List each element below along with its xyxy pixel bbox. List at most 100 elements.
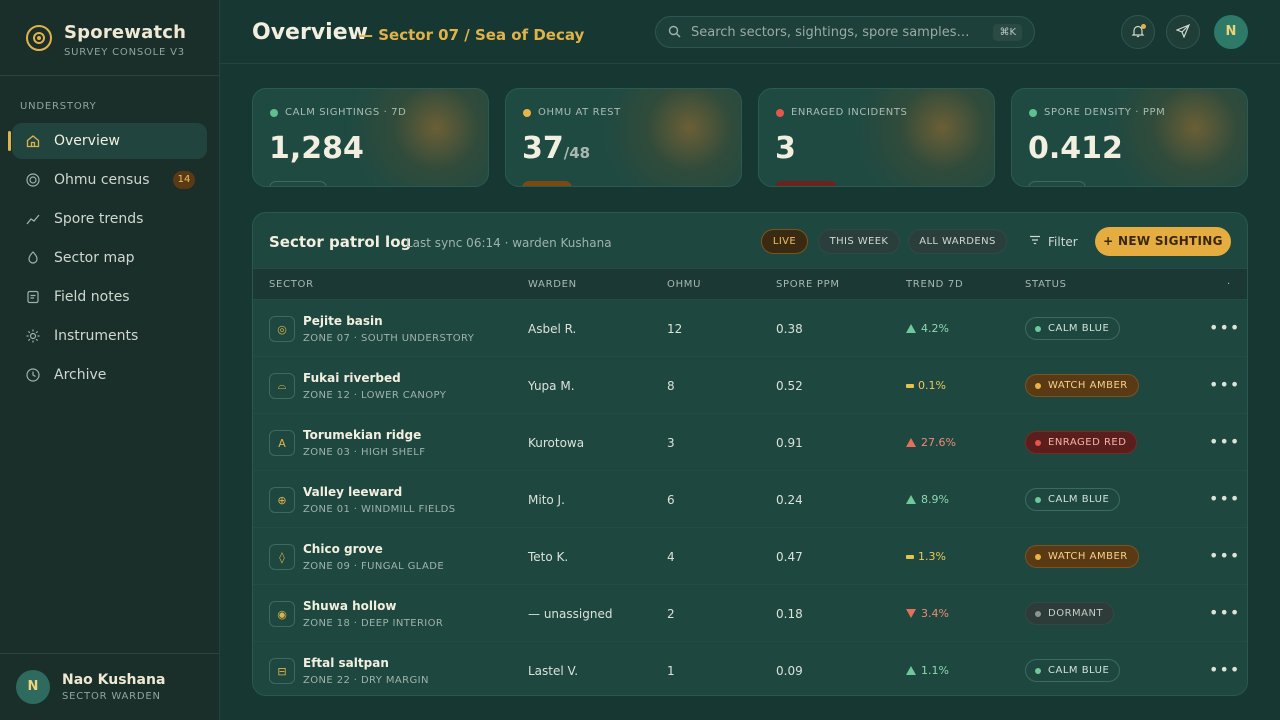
column-header[interactable]: SECTOR bbox=[269, 279, 314, 290]
count-badge: 14 bbox=[173, 171, 195, 189]
notifications-button[interactable] bbox=[1121, 15, 1155, 49]
stat-pill bbox=[522, 181, 572, 186]
stat-value: 3 bbox=[775, 131, 796, 166]
chip-all-wardens[interactable]: ALL WARDENS bbox=[908, 229, 1007, 254]
chip-live[interactable]: LIVE bbox=[761, 229, 808, 254]
send-icon bbox=[1175, 23, 1191, 42]
sidebar-divider bbox=[0, 653, 219, 654]
stat-card-calm-sightings[interactable]: CALM SIGHTINGS · 7D 1,284 bbox=[252, 88, 489, 187]
table-row[interactable]: ◎ Pejite basin ZONE 07 · SOUTH UNDERSTORY A… bbox=[253, 300, 1247, 357]
sidebar-item-sector-map[interactable]: Sector map bbox=[12, 240, 207, 276]
stat-card-enraged-incidents[interactable]: ENRAGED INCIDENTS 3 bbox=[758, 88, 995, 187]
ohmu-cell: 4 bbox=[667, 550, 675, 564]
ohmu-cell: 3 bbox=[667, 436, 675, 450]
table-row[interactable]: ◉ Shuwa hollow ZONE 18 · DEEP INTERIOR — un… bbox=[253, 585, 1247, 642]
status-dot bbox=[1035, 496, 1041, 503]
user-profile[interactable]: N Nao Kushana SECTOR WARDEN bbox=[16, 670, 165, 704]
filter-button[interactable]: Filter bbox=[1029, 234, 1078, 249]
trend-cell: 0.1% bbox=[906, 379, 946, 392]
sidebar: Sporewatch SURVEY CONSOLE V3 UNDERSTORY … bbox=[0, 0, 220, 720]
column-header: · bbox=[1227, 279, 1231, 290]
avatar[interactable]: N bbox=[1214, 15, 1248, 49]
column-header[interactable]: STATUS bbox=[1025, 279, 1067, 290]
search-bar[interactable]: ⌘K bbox=[655, 16, 1035, 48]
trend-up-icon bbox=[906, 666, 916, 675]
status-dot bbox=[1035, 439, 1041, 446]
sector-zone: ZONE 18 · DEEP INTERIOR bbox=[303, 618, 444, 629]
more-options-icon[interactable]: ••• bbox=[1209, 375, 1240, 394]
sidebar-item-archive[interactable]: Archive bbox=[12, 357, 207, 393]
trend-up-icon bbox=[906, 324, 916, 333]
sidebar-nav: Overview Ohmu census 14 Spore trends Sec… bbox=[8, 123, 207, 396]
sidebar-item-instruments[interactable]: Instruments bbox=[12, 318, 207, 354]
table-row[interactable]: ⌓ Fukai riverbed ZONE 12 · LOWER CANOPY Yup… bbox=[253, 357, 1247, 414]
stat-pill bbox=[775, 181, 837, 186]
status-label: WATCH AMBER bbox=[1048, 551, 1128, 562]
status-badge: WATCH AMBER bbox=[1025, 545, 1139, 568]
status-dot bbox=[270, 108, 278, 117]
sidebar-item-label: Archive bbox=[54, 367, 107, 383]
status-dot bbox=[1029, 108, 1037, 117]
trend-flat-icon bbox=[906, 554, 914, 559]
patrol-log-panel: Sector patrol log Last sync 06:14 · ward… bbox=[252, 212, 1248, 696]
stat-label: SPORE DENSITY · PPM bbox=[1044, 107, 1166, 118]
sector-zone: ZONE 22 · DRY MARGIN bbox=[303, 675, 429, 686]
trend-cell: 1.1% bbox=[906, 664, 949, 677]
stat-card-spore-density[interactable]: SPORE DENSITY · PPM 0.412 bbox=[1011, 88, 1248, 187]
user-role: SECTOR WARDEN bbox=[62, 691, 161, 702]
column-header[interactable]: TREND 7D bbox=[906, 279, 963, 290]
column-header[interactable]: WARDEN bbox=[528, 279, 577, 290]
more-options-icon[interactable]: ••• bbox=[1209, 603, 1240, 622]
sector-icon: ⊕ bbox=[269, 487, 295, 513]
status-dot bbox=[1035, 667, 1041, 674]
status-dot bbox=[1035, 610, 1041, 617]
table-row[interactable]: A Torumekian ridge ZONE 03 · HIGH SHELF Kur… bbox=[253, 414, 1247, 471]
sidebar-item-ohmu-census[interactable]: Ohmu census 14 bbox=[12, 162, 207, 198]
trend-cell: 8.9% bbox=[906, 493, 949, 506]
trend-value: 1.3% bbox=[918, 550, 946, 563]
sector-icon: A bbox=[269, 430, 295, 456]
chip-this-week[interactable]: THIS WEEK bbox=[818, 229, 900, 254]
more-options-icon[interactable]: ••• bbox=[1209, 489, 1240, 508]
brand-subtitle: SURVEY CONSOLE V3 bbox=[64, 47, 185, 58]
trend-value: 0.1% bbox=[918, 379, 946, 392]
more-options-icon[interactable]: ••• bbox=[1209, 432, 1240, 451]
sector-zone: ZONE 09 · FUNGAL GLADE bbox=[303, 561, 445, 572]
search-icon bbox=[668, 23, 681, 42]
stat-label: OHMU AT REST bbox=[538, 107, 621, 118]
brand[interactable]: Sporewatch SURVEY CONSOLE V3 bbox=[26, 22, 186, 58]
sidebar-item-spore-trends[interactable]: Spore trends bbox=[12, 201, 207, 237]
brand-name: Sporewatch bbox=[64, 22, 187, 43]
sidebar-item-label: Overview bbox=[54, 133, 120, 149]
trend-down-icon bbox=[906, 609, 916, 618]
more-options-icon[interactable]: ••• bbox=[1209, 546, 1240, 565]
send-button[interactable] bbox=[1166, 15, 1200, 49]
trend-up-icon bbox=[906, 495, 916, 504]
new-sighting-button[interactable]: + NEW SIGHTING bbox=[1095, 227, 1231, 256]
column-header[interactable]: SPORE PPM bbox=[776, 279, 840, 290]
spore-ppm-cell: 0.09 bbox=[776, 664, 803, 678]
status-label: WATCH AMBER bbox=[1048, 380, 1128, 391]
filter-label: Filter bbox=[1048, 234, 1078, 249]
table-row[interactable]: ◊ Chico grove ZONE 09 · FUNGAL GLADE Teto K… bbox=[253, 528, 1247, 585]
sector-icon: ◎ bbox=[269, 316, 295, 342]
sector-zone: ZONE 01 · WINDMILL FIELDS bbox=[303, 504, 456, 515]
sidebar-item-field-notes[interactable]: Field notes bbox=[12, 279, 207, 315]
table-row[interactable]: ⊕ Valley leeward ZONE 01 · WINDMILL FIELDS… bbox=[253, 471, 1247, 528]
ohmu-cell: 6 bbox=[667, 493, 675, 507]
sidebar-item-overview[interactable]: Overview bbox=[8, 123, 207, 159]
stat-card-ohmu-at-rest[interactable]: OHMU AT REST 37/48 bbox=[505, 88, 742, 187]
status-badge: DORMANT bbox=[1025, 602, 1115, 625]
panel-title: Sector patrol log bbox=[269, 233, 412, 251]
status-badge: WATCH AMBER bbox=[1025, 374, 1139, 397]
table-row[interactable]: ⊟ Eftal saltpan ZONE 22 · DRY MARGIN Lastel… bbox=[253, 642, 1247, 695]
more-options-icon[interactable]: ••• bbox=[1209, 660, 1240, 679]
column-header[interactable]: OHMU bbox=[667, 279, 701, 290]
more-options-icon[interactable]: ••• bbox=[1209, 318, 1240, 337]
notes-icon bbox=[26, 290, 40, 304]
trend-value: 8.9% bbox=[921, 493, 949, 506]
search-input[interactable] bbox=[691, 24, 981, 40]
sector-icon: ◉ bbox=[269, 601, 295, 627]
spore-ppm-cell: 0.18 bbox=[776, 607, 803, 621]
sector-zone: ZONE 07 · SOUTH UNDERSTORY bbox=[303, 333, 475, 344]
